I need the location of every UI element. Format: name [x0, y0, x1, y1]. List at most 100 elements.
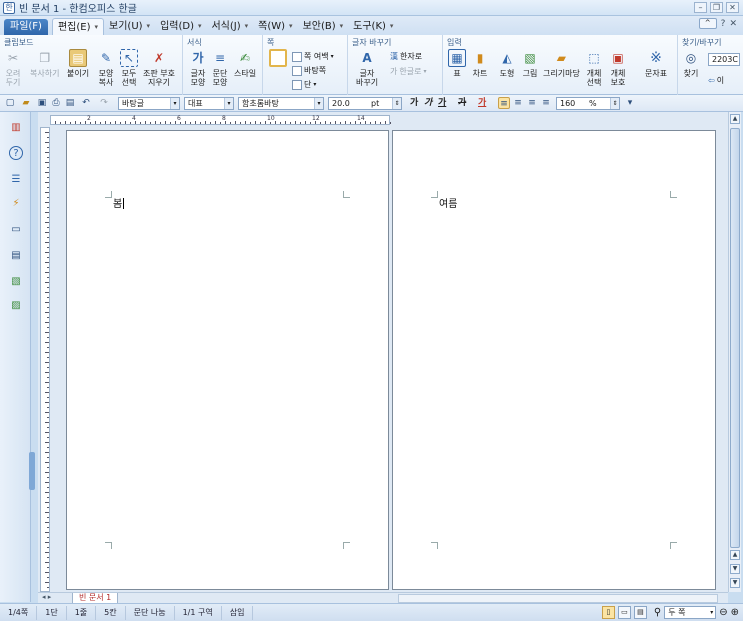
align-center-icon[interactable]: ≡ [526, 97, 538, 109]
sidebar-resize-handle[interactable] [29, 452, 35, 490]
page-1-text[interactable]: 봄 [113, 195, 125, 210]
restore-button[interactable]: ❐ [710, 2, 723, 13]
select-all-button[interactable]: ↖ 모두 선택 [120, 49, 138, 87]
help-icon[interactable]: ? [721, 19, 726, 29]
replace-button[interactable]: ⇦ 이 [708, 75, 724, 86]
style-select[interactable]: 바탕글 ▾ [118, 97, 180, 110]
italic-button[interactable]: 가 [424, 97, 432, 109]
page-setup-button[interactable] [269, 49, 287, 69]
status-mode[interactable]: 삽입 [222, 605, 254, 620]
vertical-scrollbar[interactable]: ▲ ▲ ▼ ▼ [728, 112, 741, 592]
symbol-button[interactable]: ※ 문자표 [645, 49, 667, 79]
paste-button[interactable]: ▤ 붙이기 [67, 49, 89, 78]
bold-button[interactable]: 가 [410, 97, 418, 109]
document-icon[interactable]: ▭ [9, 222, 23, 236]
zoom-input[interactable]: 160 % ⇕ [556, 97, 620, 110]
redo-icon[interactable]: ↷ [98, 97, 110, 109]
erase-codes-button[interactable]: ✗ 조판 부호 지우기 [143, 49, 175, 88]
page-bg-button[interactable]: 바탕쪽 [292, 65, 326, 76]
para-shape-button[interactable]: ≡ 문단 모양 [211, 49, 229, 88]
menu-view[interactable]: 보기(U) ▾ [104, 18, 155, 35]
list-icon[interactable]: ☰ [9, 172, 23, 186]
columns-button[interactable]: 단 ▾ [292, 79, 316, 90]
hangul-button[interactable]: 가 한글로 ▾ [390, 66, 426, 77]
help-icon[interactable]: ? [9, 146, 23, 160]
page-2-text[interactable]: 여름 [439, 195, 457, 210]
page-2[interactable]: 여름 [392, 130, 716, 590]
scroll-down-button[interactable]: ▼ [730, 578, 740, 588]
new-doc-icon[interactable]: ▢ [4, 97, 16, 109]
zoom-in-icon[interactable]: ⊕ [731, 607, 739, 618]
close-button[interactable]: ✕ [726, 2, 739, 13]
align-left-icon[interactable]: ≡ [512, 97, 524, 109]
horizontal-ruler[interactable]: 2 4 6 8 10 12 14 [50, 115, 391, 125]
book-icon[interactable]: ▥ [9, 120, 23, 134]
chart-button[interactable]: ▮ 차트 [471, 49, 489, 79]
format-copy-button[interactable]: ✎ 모양 복사 [97, 49, 115, 88]
menu-page[interactable]: 쪽(W) ▾ [253, 18, 297, 35]
shape-button[interactable]: ◭ 도형 [498, 49, 516, 79]
object-protect-button[interactable]: ▣ 개체 보호 [609, 49, 627, 88]
minimize-button[interactable]: – [694, 2, 707, 13]
menu-tools[interactable]: 도구(K) ▾ [348, 18, 398, 35]
tab-nav-icon[interactable]: ◂ ▸ [42, 593, 51, 601]
page-view-icon[interactable]: ▯ [601, 606, 615, 619]
magnifier-icon[interactable]: ⚲ [654, 607, 661, 618]
drawing-button[interactable]: ▰ 그리기마당 [543, 49, 580, 79]
font-color-button[interactable]: 가 [478, 97, 486, 109]
menu-security[interactable]: 보안(B) ▾ [298, 18, 349, 35]
strike-button[interactable]: 가 [458, 97, 466, 109]
horizontal-scrollbar[interactable] [398, 594, 718, 603]
font-select[interactable]: 함초롬바탕 ▾ [238, 97, 324, 110]
image-icon[interactable]: ▧ [9, 274, 23, 288]
vertical-ruler[interactable] [40, 127, 50, 592]
ribbon-collapse-button[interactable]: ^ [698, 18, 717, 29]
undo-icon[interactable]: ↶ [80, 97, 92, 109]
font-size-input[interactable]: 20.0 pt ⇕ [328, 97, 402, 110]
find-input[interactable]: 2203C [708, 53, 740, 66]
picture-button[interactable]: ▧ 그림 [521, 49, 539, 79]
chevron-down-icon[interactable]: ▾ [624, 97, 636, 109]
open-folder-icon[interactable]: ▰ [20, 97, 32, 109]
ruler-tick [45, 582, 49, 583]
copy-button[interactable]: ❐ 복사하기 [30, 49, 59, 79]
hanja-button[interactable]: 漢 한자로 [390, 51, 422, 62]
scroll-up-button[interactable]: ▲ [730, 114, 740, 124]
print-icon[interactable]: ⎙ [50, 97, 62, 109]
page-1[interactable]: 봄 [66, 130, 389, 590]
object-select-button[interactable]: ⬚ 개체 선택 [585, 49, 603, 88]
zoom-out-icon[interactable]: ⊖ [719, 607, 727, 618]
normal-view-icon[interactable]: ▭ [617, 606, 631, 619]
close-doc-icon[interactable]: ✕ [729, 19, 737, 29]
menu-insert[interactable]: 입력(D) ▾ [155, 18, 206, 35]
object-protect-label: 개체 보호 [610, 69, 626, 87]
char-shape-button[interactable]: 가 글자 모양 [189, 49, 207, 88]
find-button[interactable]: ◎ 찾기 [682, 49, 700, 79]
language-select[interactable]: 대표 ▾ [184, 97, 234, 110]
style-button[interactable]: ✍ 스타일 [234, 49, 256, 79]
ruler-tick [290, 122, 291, 124]
scroll-thumb[interactable] [730, 128, 740, 548]
cut-button[interactable]: ✂ 오려 두기 [4, 49, 22, 88]
table-button[interactable]: ▦ 표 [448, 49, 466, 78]
underline-button[interactable]: 가 [438, 97, 446, 109]
outline-view-icon[interactable]: ▤ [633, 606, 647, 619]
char-replace-button[interactable]: A 글자 바꾸기 [356, 49, 378, 88]
status-page[interactable]: 1/4쪽 [0, 605, 38, 620]
align-justify-icon[interactable]: ≡ [498, 97, 510, 109]
menu-edit[interactable]: 편집(E) ▾ [51, 18, 105, 35]
preview-icon[interactable]: ▤ [64, 97, 76, 109]
menu-file[interactable]: 파일(F) [4, 19, 48, 35]
lightning-icon[interactable]: ⚡ [9, 196, 23, 210]
align-right-icon[interactable]: ≡ [540, 97, 552, 109]
next-page-button[interactable]: ▼ [730, 564, 740, 574]
menu-format[interactable]: 서식(J) ▾ [206, 18, 253, 35]
save-icon[interactable]: ▣ [36, 97, 48, 109]
prev-page-button[interactable]: ▲ [730, 550, 740, 560]
ruler-tick [47, 167, 49, 168]
form-icon[interactable]: ▤ [9, 248, 23, 262]
document-area[interactable]: 2 4 6 8 10 12 14 봄 여름 [38, 112, 728, 592]
page-margin-button[interactable]: 쪽 여백 ▾ [292, 51, 334, 62]
gallery-icon[interactable]: ▨ [9, 298, 23, 312]
view-mode-select[interactable]: 두 쪽 ▾ [664, 606, 717, 619]
